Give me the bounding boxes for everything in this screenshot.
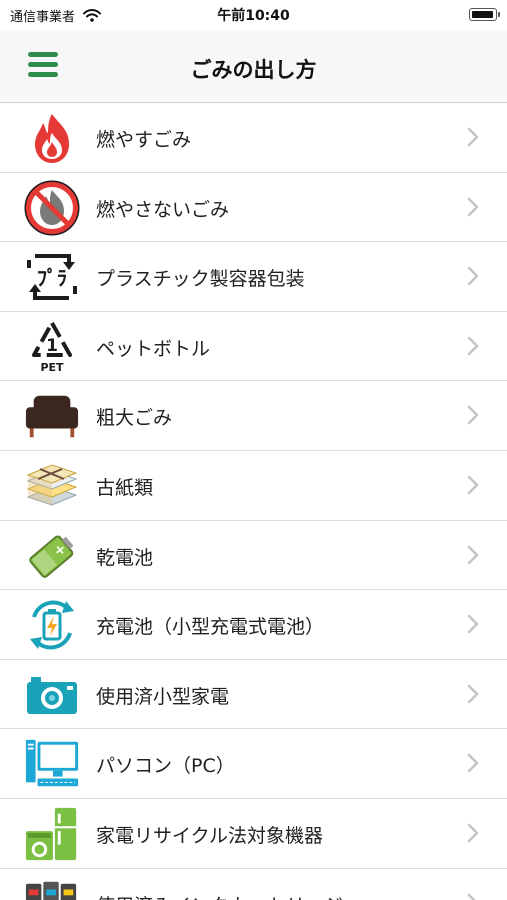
chevron-right-icon [467, 406, 479, 425]
chevron-right-icon [467, 545, 479, 564]
pet-text: PET [40, 361, 64, 374]
svg-text:ﾌﾟﾗ: ﾌﾟﾗ [37, 266, 67, 290]
camera-icon [24, 668, 80, 722]
list-item-label: 家電リサイクル法対象機器 [96, 824, 324, 847]
status-time: 午前10:40 [217, 8, 290, 24]
chevron-right-icon [467, 266, 479, 286]
rechargeable-battery-icon [24, 598, 80, 652]
chevron-right-icon [467, 197, 479, 216]
battery-icon: + [24, 529, 80, 583]
list-item-rechargeable-battery[interactable]: 充電池（小型充電式電池） [0, 590, 507, 660]
sofa-icon [24, 389, 80, 443]
list-item-appliance-recycling[interactable]: 家電リサイクル法対象機器 [0, 799, 507, 869]
list-item-plastic[interactable]: ﾌﾟﾗ プラスチック製容器包装 [0, 242, 507, 312]
list-item-label: 燃やさないごみ [96, 198, 230, 221]
list-item-non-burnable[interactable]: 燃やさないごみ [0, 173, 507, 243]
list-item-bulky[interactable]: 粗大ごみ [0, 381, 507, 451]
chevron-right-icon [467, 893, 477, 900]
chevron-right-icon [467, 823, 479, 843]
pet-number: 1 [46, 336, 58, 356]
list-item-small-appliance[interactable]: 使用済小型家電 [0, 660, 507, 730]
list-item-label: 乾電池 [96, 546, 154, 569]
list-item-paper[interactable]: 古紙類 [0, 451, 507, 521]
appliance-icon [24, 807, 80, 861]
list-item-burnable[interactable]: 燃やすごみ [0, 103, 507, 173]
page-title: ごみの出し方 [190, 58, 317, 82]
garbage-category-list: 燃やすごみ 燃やさないごみ ﾌﾟﾗ プラスチック製容器包装 1 PET ペットボ… [0, 103, 507, 900]
list-item-label: 充電池（小型充電式電池） [96, 616, 325, 639]
no-burn-icon [24, 180, 80, 236]
list-item-label: ペットボトル [96, 337, 211, 360]
newspaper-stack-icon [24, 459, 80, 513]
list-item-label: 使用済小型家電 [96, 685, 230, 708]
plastic-recycle-icon: ﾌﾟﾗ [24, 250, 80, 304]
list-item-pc[interactable]: パソコン（PC） [0, 729, 507, 799]
flame-icon [24, 111, 80, 165]
list-item-label: パソコン（PC） [96, 755, 235, 778]
computer-icon [24, 737, 80, 791]
list-item-dry-battery[interactable]: + 乾電池 [0, 521, 507, 591]
list-item-ink-cartridge[interactable]: 使用済みインクカートリッジ [0, 869, 507, 900]
chevron-right-icon [467, 475, 479, 495]
list-item-label: 古紙類 [96, 476, 154, 499]
pet-recycle-icon: 1 PET [24, 320, 80, 374]
chevron-right-icon [467, 336, 479, 356]
chevron-right-icon [467, 127, 479, 147]
list-item-label: 粗大ごみ [96, 407, 173, 430]
list-item-pet-bottle[interactable]: 1 PET ペットボトル [0, 312, 507, 382]
chevron-right-icon [467, 614, 479, 634]
chevron-right-icon [467, 754, 479, 773]
navigation-bar: ごみの出し方 [0, 30, 507, 103]
battery-icon [469, 8, 500, 21]
chevron-right-icon [467, 684, 479, 703]
ink-cartridge-icon [24, 877, 80, 900]
list-item-label: 燃やすごみ [96, 129, 192, 151]
list-item-label: プラスチック製容器包装 [96, 268, 305, 291]
list-item-label: 使用済みインクカートリッジ [96, 891, 343, 900]
status-bar: 通信事業者 午前10:40 [0, 0, 507, 30]
